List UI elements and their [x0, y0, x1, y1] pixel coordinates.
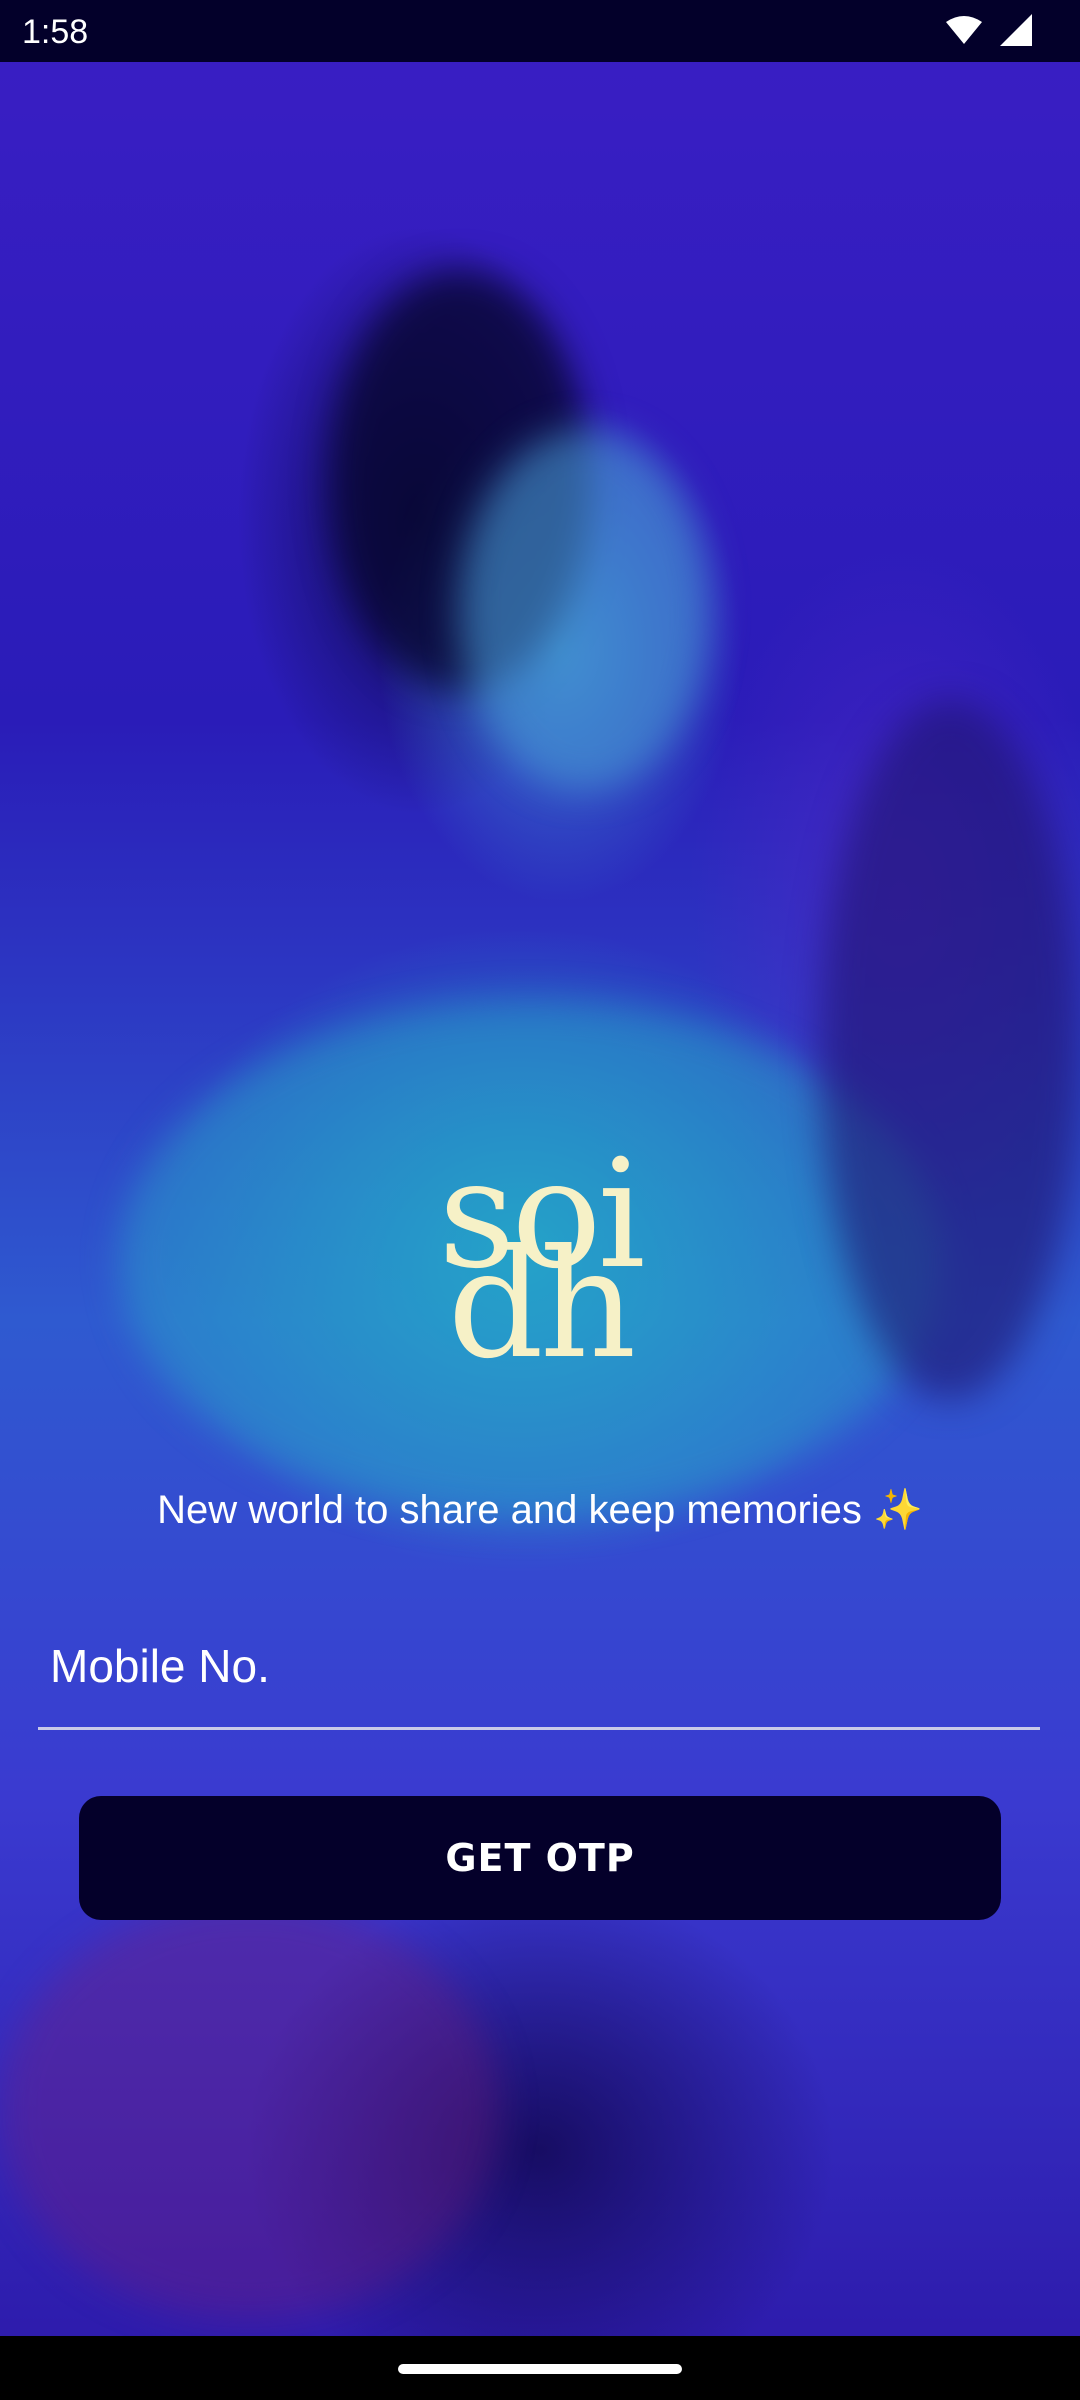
- status-icons: [946, 14, 1032, 46]
- home-gesture-handle[interactable]: [398, 2364, 682, 2374]
- navigation-bar: [0, 2336, 1080, 2400]
- wifi-icon: [946, 16, 982, 44]
- logo-line-2: dh: [447, 1218, 637, 1392]
- mobile-field: [38, 1610, 1040, 1730]
- get-otp-button[interactable]: GET OTP: [79, 1796, 1001, 1920]
- mobile-number-input[interactable]: [48, 1620, 1032, 1712]
- login-screen: 1:58 soi dh New world to share and keep …: [0, 0, 1080, 2400]
- app-logo: soi dh: [0, 1140, 1080, 1400]
- tagline: New world to share and keep memories ✨: [157, 1488, 923, 1532]
- status-bar: 1:58: [0, 0, 1080, 62]
- signal-icon: [1000, 14, 1032, 46]
- status-time: 1:58: [22, 13, 89, 51]
